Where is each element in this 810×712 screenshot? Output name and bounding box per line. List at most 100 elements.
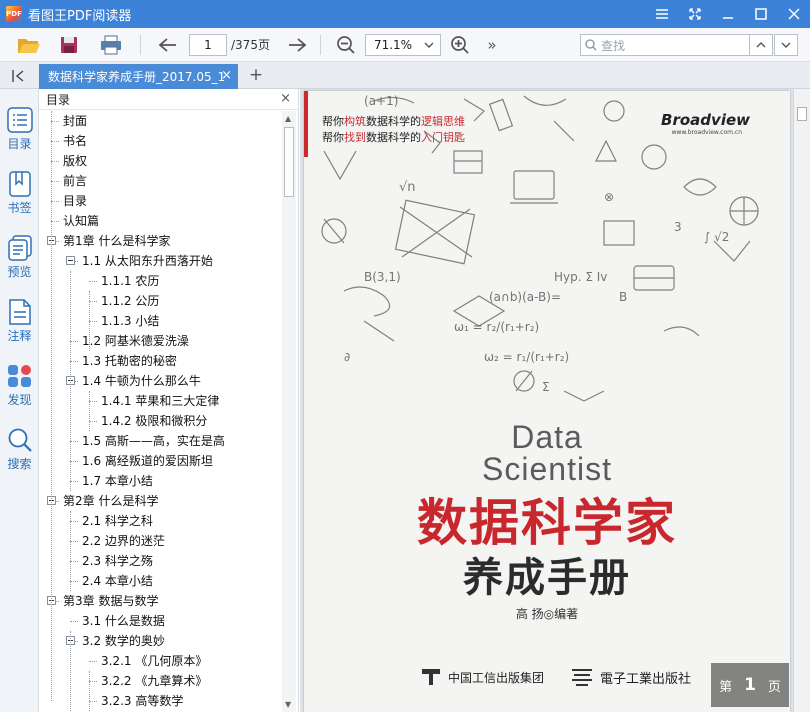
sidenav-item-discover[interactable]: 发现 (0, 359, 39, 417)
cover-author: 高 扬◎编著 (515, 607, 579, 621)
toc-item[interactable]: 第2章 什么是科学 (63, 491, 158, 511)
toc-item[interactable]: 2.2 边界的迷茫 (82, 531, 165, 551)
broadview-logo: Broadview (661, 111, 750, 129)
sidenav-label-search: 搜索 (7, 457, 32, 471)
open-folder-icon[interactable] (14, 30, 44, 60)
toc-item[interactable]: 第1章 什么是科学家 (63, 231, 170, 251)
toc-item[interactable]: 1.6 离经叛道的爱因斯坦 (82, 451, 213, 471)
side-nav: 目录 书签 预览 注释 发现 搜索 (0, 89, 39, 712)
svg-text:Σ: Σ (542, 380, 550, 394)
toc-item[interactable]: 1.2 阿基米德爱洗澡 (82, 331, 189, 351)
toc-item[interactable]: 1.7 本章小结 (82, 471, 153, 491)
toc-item[interactable]: 1.1 从太阳东升西落开始 (82, 251, 213, 271)
page-indicator: 第1页 (711, 663, 789, 707)
window-controls (645, 0, 810, 28)
close-tab-icon[interactable]: × (221, 68, 232, 83)
toc-item[interactable]: 3.1 什么是数据 (82, 611, 165, 631)
svg-text:(a∩b)(a-B)=: (a∩b)(a-B)= (489, 290, 561, 304)
search-next-button[interactable] (774, 34, 798, 56)
chevron-up-icon (756, 42, 766, 48)
sidenav-item-bookmark[interactable]: 书签 (0, 167, 39, 225)
page-number-input[interactable]: 1 (189, 33, 227, 56)
document-scroll-thumb[interactable] (797, 107, 807, 121)
close-window-icon[interactable] (777, 0, 810, 28)
svg-text:3: 3 (674, 220, 682, 234)
cover-subtitle: 养成手册 (463, 555, 631, 601)
new-tab-button[interactable]: + (246, 65, 266, 85)
sidenav-item-toc[interactable]: 目录 (0, 103, 39, 161)
sidenav-label-annotation: 注释 (7, 329, 32, 343)
toc-item[interactable]: 封面 (63, 111, 87, 131)
toc-item[interactable]: 2.3 科学之殇 (82, 551, 153, 571)
toc-item[interactable]: 2.4 本章小结 (82, 571, 153, 591)
maximize-icon[interactable] (744, 0, 777, 28)
prev-page-icon[interactable] (153, 30, 183, 60)
zoom-in-icon[interactable] (445, 30, 475, 60)
document-view[interactable]: (a+1) √n Hyp. Σ Iv B(3,1) (a∩b)(a-B)= ω₁… (300, 89, 810, 712)
tab-document-label: 数据科学家养成手册_2017.05_1 (48, 70, 226, 84)
sidenav-label-discover: 发现 (7, 393, 32, 407)
pdf-page[interactable]: (a+1) √n Hyp. Σ Iv B(3,1) (a∩b)(a-B)= ω₁… (304, 91, 790, 712)
toc-item[interactable]: 目录 (63, 191, 87, 211)
search-input[interactable]: 查找 (580, 34, 750, 56)
search-placeholder: 查找 (601, 38, 626, 53)
toc-scroll-thumb[interactable] (284, 127, 294, 197)
toc-item[interactable]: 1.5 高斯——高，实在是高 (82, 431, 225, 451)
print-icon[interactable] (96, 30, 126, 60)
cover-tagline-2: 帮你找到数据科学的入门钥匙 (322, 131, 465, 144)
menu-icon[interactable] (645, 0, 678, 28)
search-prev-button[interactable] (749, 34, 773, 56)
toc-list: 封面 书名 版权 前言 目录 认知篇 第1章 什么是科学家 1.1 从太阳东升西落开始 1.1.… (39, 111, 283, 712)
toc-item[interactable]: 1.1.2 公历 (101, 291, 159, 311)
toc-item[interactable]: 1.4.2 极限和微积分 (101, 411, 207, 431)
toc-item[interactable]: 3.2.1 《几何原本》 (101, 651, 207, 671)
sidenav-item-preview[interactable]: 预览 (0, 231, 39, 289)
more-tools-icon[interactable]: » (477, 30, 507, 60)
zoom-out-icon[interactable] (331, 30, 361, 60)
svg-text:ω₁ = r₂/(r₁+r₂): ω₁ = r₂/(r₁+r₂) (454, 320, 539, 334)
toc-item[interactable]: 1.1.3 小结 (101, 311, 159, 331)
toc-item[interactable]: 1.3 托勒密的秘密 (82, 351, 177, 371)
svg-text:ω₂ = r₁/(r₁+r₂): ω₂ = r₁/(r₁+r₂) (484, 350, 569, 364)
publisher-group: 中国工信出版集团 (420, 667, 544, 687)
toc-item[interactable]: 前言 (63, 171, 87, 191)
publisher-house: 電子工業出版社 (570, 667, 691, 687)
tree-expander-icon[interactable] (66, 256, 75, 265)
toc-item[interactable]: 3.2.3 高等数学 (101, 691, 183, 711)
tab-bar: 数据科学家养成手册_2017.05_1 × + (0, 62, 810, 89)
toc-item[interactable]: 版权 (63, 151, 87, 171)
document-scrollbar[interactable] (793, 89, 810, 712)
next-page-icon[interactable] (282, 30, 312, 60)
toc-item[interactable]: 书名 (63, 131, 87, 151)
sidenav-item-annotation[interactable]: 注释 (0, 295, 39, 353)
svg-text:B: B (619, 290, 627, 304)
page-total: /375页 (231, 38, 270, 52)
collapse-sidebar-icon[interactable] (8, 66, 30, 86)
toc-item[interactable]: 1.4 牛顿为什么那么牛 (82, 371, 201, 391)
bookmark-icon (8, 171, 31, 197)
toc-item[interactable]: 第3章 数据与数学 (63, 591, 158, 611)
sidenav-label-preview: 预览 (7, 265, 32, 279)
fullscreen-icon[interactable] (678, 0, 711, 28)
zoom-select[interactable]: 71.1% (364, 33, 441, 56)
minimize-icon[interactable] (711, 0, 744, 28)
broadview-url: www.broadview.com.cn (671, 129, 742, 136)
toc-item[interactable]: 1.4.1 苹果和三大定律 (101, 391, 219, 411)
zoom-value: 71.1% (373, 37, 413, 52)
annotation-icon (8, 299, 31, 325)
search-icon (585, 39, 597, 51)
preview-icon (7, 235, 32, 261)
toc-item[interactable]: 3.2 数学的奥妙 (82, 631, 165, 651)
sidenav-label-bookmark: 书签 (7, 201, 32, 215)
toc-scrollbar[interactable]: ▲ ▼ (282, 111, 296, 712)
close-icon[interactable]: × (280, 91, 291, 106)
toc-item[interactable]: 1.1.1 农历 (101, 271, 159, 291)
sidenav-item-search[interactable]: 搜索 (0, 423, 39, 481)
toolbar: 1 /375页 71.1% » 查找 (0, 28, 810, 62)
toc-item[interactable]: 3.2.2 《九章算术》 (101, 671, 207, 691)
toc-item[interactable]: 认知篇 (63, 211, 99, 231)
save-icon[interactable] (54, 30, 84, 60)
chevron-down-icon (781, 42, 791, 48)
toc-item[interactable]: 2.1 科学之科 (82, 511, 153, 531)
tab-document[interactable]: 数据科学家养成手册_2017.05_1 × (39, 64, 238, 89)
